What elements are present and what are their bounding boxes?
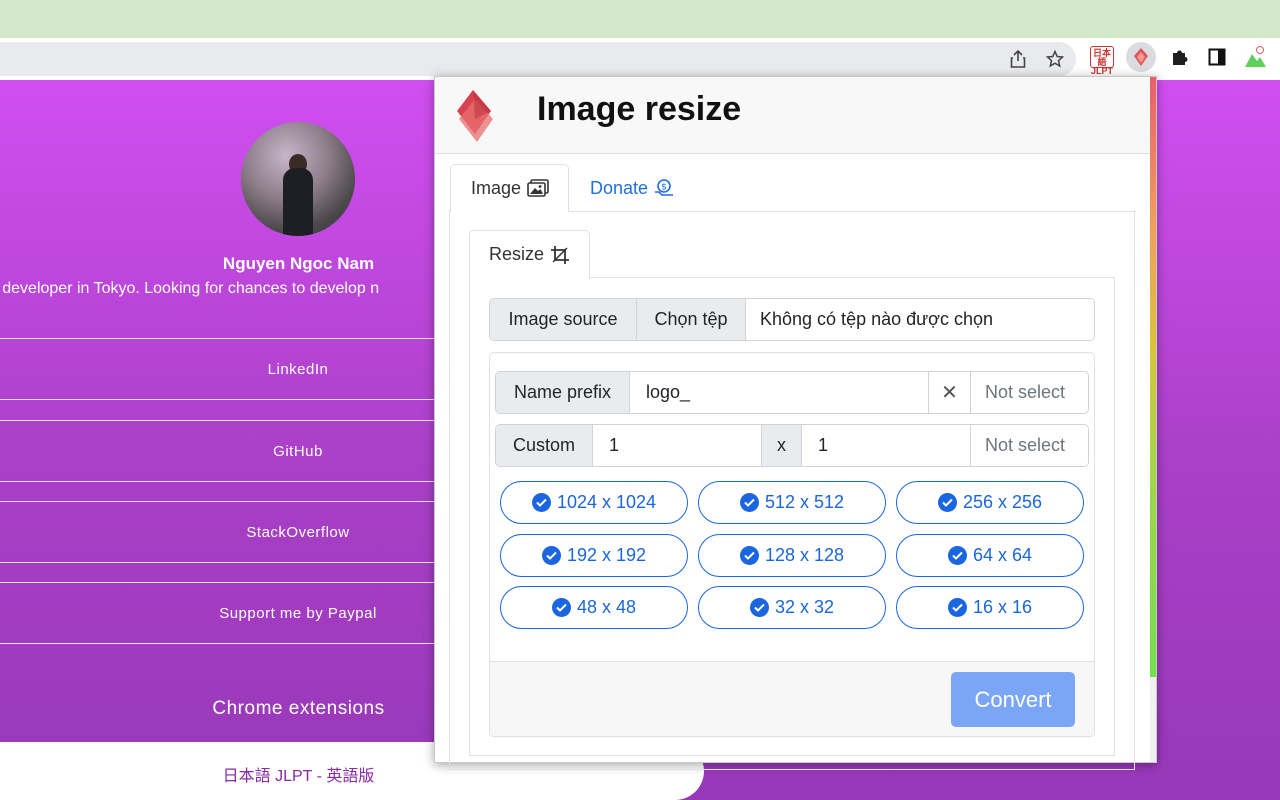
size-label: 192 x 192 (566, 545, 647, 565)
check-circle-icon (531, 493, 551, 512)
size-256-button[interactable]: 256 x 256 (896, 481, 1084, 524)
check-circle-icon (937, 493, 957, 512)
app-logo-icon (457, 90, 493, 142)
size-192-button[interactable]: 192 x 192 (500, 534, 688, 577)
profile-bio-text: eb developer in Tokyo. Looking for chanc… (0, 280, 380, 297)
browser-toolbar (0, 38, 1280, 80)
size-label: 128 x 128 (764, 545, 845, 565)
sub-tabs: Resize (469, 230, 1115, 279)
address-bar[interactable] (0, 42, 1076, 76)
star-icon[interactable] (1046, 50, 1064, 68)
size-label: 256 x 256 (962, 492, 1043, 512)
size-label: 16 x 16 (972, 597, 1033, 617)
github-link[interactable]: GitHub (0, 420, 436, 482)
custom-label: Custom (496, 425, 593, 466)
jlpt-extension-icon[interactable]: 日本語 JLPT (1089, 44, 1115, 76)
clear-prefix-button[interactable]: ✕ (929, 372, 971, 413)
check-circle-icon (739, 546, 759, 565)
size-label: 512 x 512 (764, 492, 845, 512)
linkedin-link[interactable]: LinkedIn (0, 338, 436, 400)
paypal-link[interactable]: Support me by Paypal (0, 582, 436, 644)
crop-icon (550, 245, 570, 265)
size-label: 64 x 64 (972, 545, 1033, 565)
size-64-button[interactable]: 64 x 64 (896, 534, 1084, 577)
image-resize-extension-icon[interactable] (1126, 42, 1156, 72)
stackoverflow-link[interactable]: StackOverflow (0, 501, 436, 563)
image-source-label: Image source (490, 299, 637, 340)
check-circle-icon (947, 546, 967, 565)
sidepanel-icon[interactable] (1204, 44, 1230, 70)
name-prefix-group: Name prefix logo_ ✕ Not select (495, 371, 1089, 414)
file-status-text: Không có tệp nào được chọn (746, 299, 1094, 340)
custom-size-group: Custom 1 x 1 Not select (495, 424, 1089, 467)
main-tabs: Image Donate $ (450, 164, 1136, 212)
size-16-button[interactable]: 16 x 16 (896, 586, 1084, 629)
donate-icon: $ (654, 179, 674, 197)
prefix-select[interactable]: Not select (971, 372, 1088, 413)
check-circle-icon (551, 598, 571, 617)
name-prefix-input[interactable]: logo_ (630, 372, 929, 413)
scrollbar-track[interactable] (1150, 77, 1156, 762)
size-label: 1024 x 1024 (556, 492, 657, 512)
popup-header: Image resize (435, 77, 1152, 154)
check-circle-icon (749, 598, 769, 617)
custom-height-input[interactable]: 1 (802, 425, 971, 466)
avatar (241, 122, 355, 236)
tab-image[interactable]: Image (450, 164, 569, 212)
tab-donate[interactable]: Donate $ (570, 164, 694, 212)
svg-text:$: $ (661, 183, 667, 193)
choose-file-button[interactable]: Chọn tệp (637, 299, 746, 340)
tab-resize-label: Resize (488, 244, 545, 264)
size-separator: x (762, 425, 802, 466)
size-48-button[interactable]: 48 x 48 (500, 586, 688, 629)
size-512-button[interactable]: 512 x 512 (698, 481, 886, 524)
size-32-button[interactable]: 32 x 32 (698, 586, 886, 629)
puzzle-icon[interactable] (1167, 44, 1193, 70)
browser-tabstrip (0, 0, 1280, 38)
tab-donate-label: Donate (590, 177, 649, 198)
popup-title: Image resize (537, 90, 742, 128)
close-icon: ✕ (941, 382, 958, 404)
size-128-button[interactable]: 128 x 128 (698, 534, 886, 577)
tab-resize[interactable]: Resize (469, 230, 590, 279)
name-prefix-label: Name prefix (496, 372, 630, 413)
tab-image-label: Image (471, 177, 522, 198)
custom-width-input[interactable]: 1 (593, 425, 762, 466)
check-circle-icon (739, 493, 759, 512)
size-1024-button[interactable]: 1024 x 1024 (500, 481, 688, 524)
convert-button[interactable]: Convert (951, 672, 1075, 727)
scrollbar-thumb[interactable] (1150, 77, 1156, 677)
jlpt-badge: 日本語 JLPT (1090, 46, 1114, 76)
profile-bio: eb developer in Tokyo. Looking for chanc… (0, 280, 440, 298)
image-source-group: Image source Chọn tệp Không có tệp nào đ… (489, 298, 1095, 341)
share-icon[interactable] (1009, 50, 1027, 68)
size-label: 32 x 32 (774, 597, 835, 617)
size-label: 48 x 48 (576, 597, 637, 617)
custom-select[interactable]: Not select (971, 425, 1088, 466)
check-circle-icon (541, 546, 561, 565)
profile-icon[interactable] (1242, 44, 1268, 70)
images-icon (527, 179, 549, 197)
check-circle-icon (947, 598, 967, 617)
